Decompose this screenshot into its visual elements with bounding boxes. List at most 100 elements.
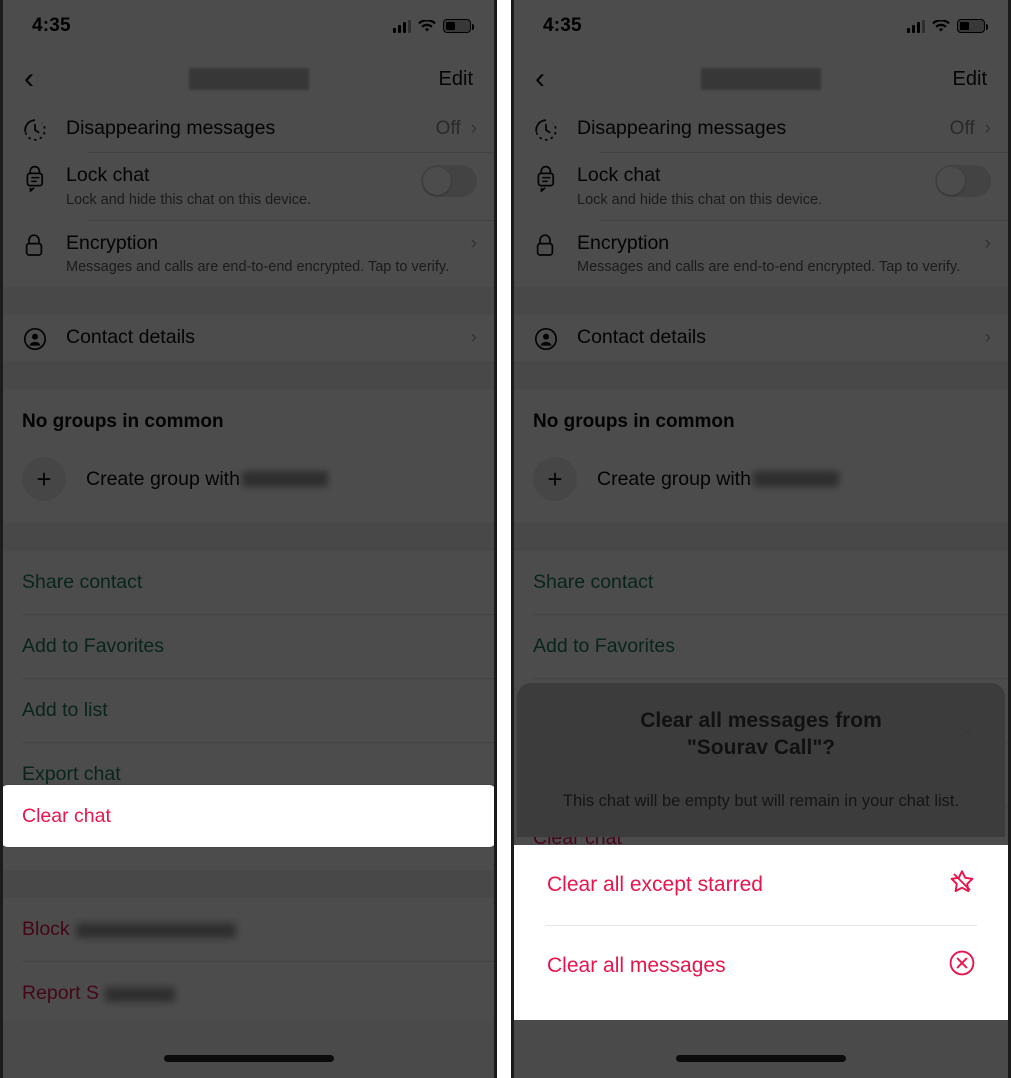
phone-screenshot-left: 4:35 ‹ Edit Disappearing messages Off › … [0, 0, 497, 1078]
wifi-icon [418, 19, 436, 33]
cellular-bars-icon [907, 19, 925, 33]
contact-circle-icon [533, 315, 577, 352]
option-clear-all-except-starred[interactable]: Clear all except starred [521, 845, 1001, 925]
sheet-title: Clear all messages from "Sourav Call"? [517, 703, 1005, 762]
chevron-right-icon: › [984, 327, 991, 349]
create-group-label: Create group with [597, 468, 839, 491]
home-indicator [163, 1055, 334, 1062]
create-group-button[interactable]: + Create group with [0, 447, 497, 524]
navigation-bar: ‹ Edit [0, 52, 497, 106]
chat-settings-section: Disappearing messages Off › Lock chat Lo… [0, 106, 497, 288]
cellular-bars-icon [393, 19, 411, 33]
lock-icon [533, 221, 577, 260]
create-group-label: Create group with [86, 468, 328, 491]
row-accessory: › [471, 315, 477, 349]
edit-button[interactable]: Edit [953, 68, 987, 91]
groups-in-common-section: No groups in common + Create group with [0, 389, 497, 524]
section-gap [511, 361, 1011, 390]
sheet-body: Clear all except starred Clear all messa… [511, 845, 1011, 1020]
row-title: Encryption [577, 231, 670, 254]
row-accessory [421, 153, 477, 197]
row-lock-chat[interactable]: Lock chat Lock and hide this chat on thi… [511, 153, 1011, 220]
plus-icon: + [533, 457, 577, 502]
home-indicator [676, 1055, 846, 1062]
battery-icon [957, 19, 988, 33]
status-time: 4:35 [32, 15, 71, 36]
chevron-right-icon: › [984, 118, 991, 139]
contact-details-section: Contact details › [0, 315, 497, 362]
bottom-safe-area [0, 1020, 497, 1078]
screenshot-stage: 4:35 ‹ Edit Disappearing messages Off › … [0, 0, 1011, 1078]
row-accessory: › [471, 221, 477, 255]
row-contact-details[interactable]: Contact details › [511, 315, 1011, 362]
edit-button[interactable]: Edit [439, 68, 473, 91]
action-share-contact[interactable]: Share contact [0, 551, 497, 615]
action-add-to-list[interactable]: Add to list [0, 679, 497, 743]
groups-header: No groups in common [0, 389, 497, 448]
x-circle-icon [947, 948, 977, 984]
row-title: Lock chat [66, 164, 150, 186]
row-accessory: Off › [436, 106, 477, 140]
contact-name-redacted [752, 471, 839, 488]
wifi-icon [932, 19, 950, 33]
phone-screenshot-right: 4:35 ‹ Edit Disappearing messages Off › … [511, 0, 1011, 1078]
contact-name-redacted [241, 471, 328, 488]
action-add-to-favorites[interactable]: Add to Favorites [511, 615, 1011, 679]
back-chevron-icon[interactable]: ‹ [16, 64, 42, 94]
row-accessory: › [985, 221, 991, 255]
sheet-description: This chat will be empty but will remain … [562, 792, 960, 810]
contact-circle-icon [22, 315, 66, 352]
section-gap [0, 287, 497, 316]
sheet-options-card: Clear all except starred Clear all messa… [521, 845, 1001, 1006]
device-edge-right [494, 0, 497, 1078]
row-title: Contact details [577, 326, 706, 349]
navigation-bar: ‹ Edit [511, 52, 1011, 106]
row-title: Contact details [66, 326, 195, 349]
lock-chat-toggle[interactable] [421, 165, 477, 197]
back-chevron-icon[interactable]: ‹ [527, 64, 553, 94]
action-share-contact[interactable]: Share contact [511, 551, 1011, 615]
timer-icon [533, 106, 577, 143]
row-accessory [935, 153, 991, 197]
row-title: Encryption [66, 231, 159, 254]
groups-header: No groups in common [511, 389, 1011, 448]
highlight-clear-chat[interactable]: Clear chat [0, 785, 497, 847]
row-encryption[interactable]: Encryption Messages and calls are end-to… [511, 220, 1011, 288]
row-subtitle: Messages and calls are end-to-end encryp… [577, 259, 961, 276]
status-bar: 4:35 [511, 0, 1011, 52]
star-slash-icon [947, 867, 977, 903]
chevron-right-icon: › [470, 327, 477, 349]
sheet-title-line-2: "Sourav Call"? [686, 736, 836, 760]
clear-chat-action-sheet: Clear all messages from "Sourav Call"? T… [511, 682, 1011, 1020]
sheet-title-line-1: Clear all messages from [640, 708, 882, 732]
contact-name-redacted [75, 922, 236, 938]
device-edge-left [511, 0, 514, 1078]
row-disappearing-messages[interactable]: Disappearing messages Off › [0, 106, 497, 152]
row-encryption[interactable]: Encryption Messages and calls are end-to… [0, 220, 497, 288]
close-x-icon[interactable] [953, 719, 979, 745]
device-edge-left [0, 0, 3, 1078]
row-accessory: Off › [950, 106, 991, 140]
row-disappearing-messages[interactable]: Disappearing messages Off › [511, 106, 1011, 152]
lock-chat-toggle[interactable] [935, 165, 991, 197]
contact-name-redacted [104, 986, 175, 1002]
plus-icon: + [22, 457, 66, 502]
status-indicators [393, 19, 474, 33]
danger-actions-section: Block Report S [0, 898, 497, 1026]
create-group-button[interactable]: + Create group with [511, 447, 1011, 524]
chevron-right-icon: › [470, 118, 477, 139]
groups-in-common-section: No groups in common + Create group with [511, 389, 1011, 524]
row-subtitle: Messages and calls are end-to-end encryp… [66, 259, 450, 276]
lock-chat-icon [533, 153, 577, 192]
option-label: Clear all messages [547, 954, 726, 977]
row-contact-details[interactable]: Contact details › [0, 315, 497, 362]
section-gap [0, 523, 497, 552]
action-block[interactable]: Block [0, 898, 497, 962]
option-clear-all-messages[interactable]: Clear all messages [521, 926, 1001, 1006]
sheet-header: Clear all messages from "Sourav Call"? T… [517, 682, 1005, 837]
action-report[interactable]: Report S [0, 962, 497, 1026]
status-indicators [907, 19, 988, 33]
page-title-redacted [701, 68, 821, 90]
row-lock-chat[interactable]: Lock chat Lock and hide this chat on thi… [0, 153, 497, 220]
action-add-to-favorites[interactable]: Add to Favorites [0, 615, 497, 679]
